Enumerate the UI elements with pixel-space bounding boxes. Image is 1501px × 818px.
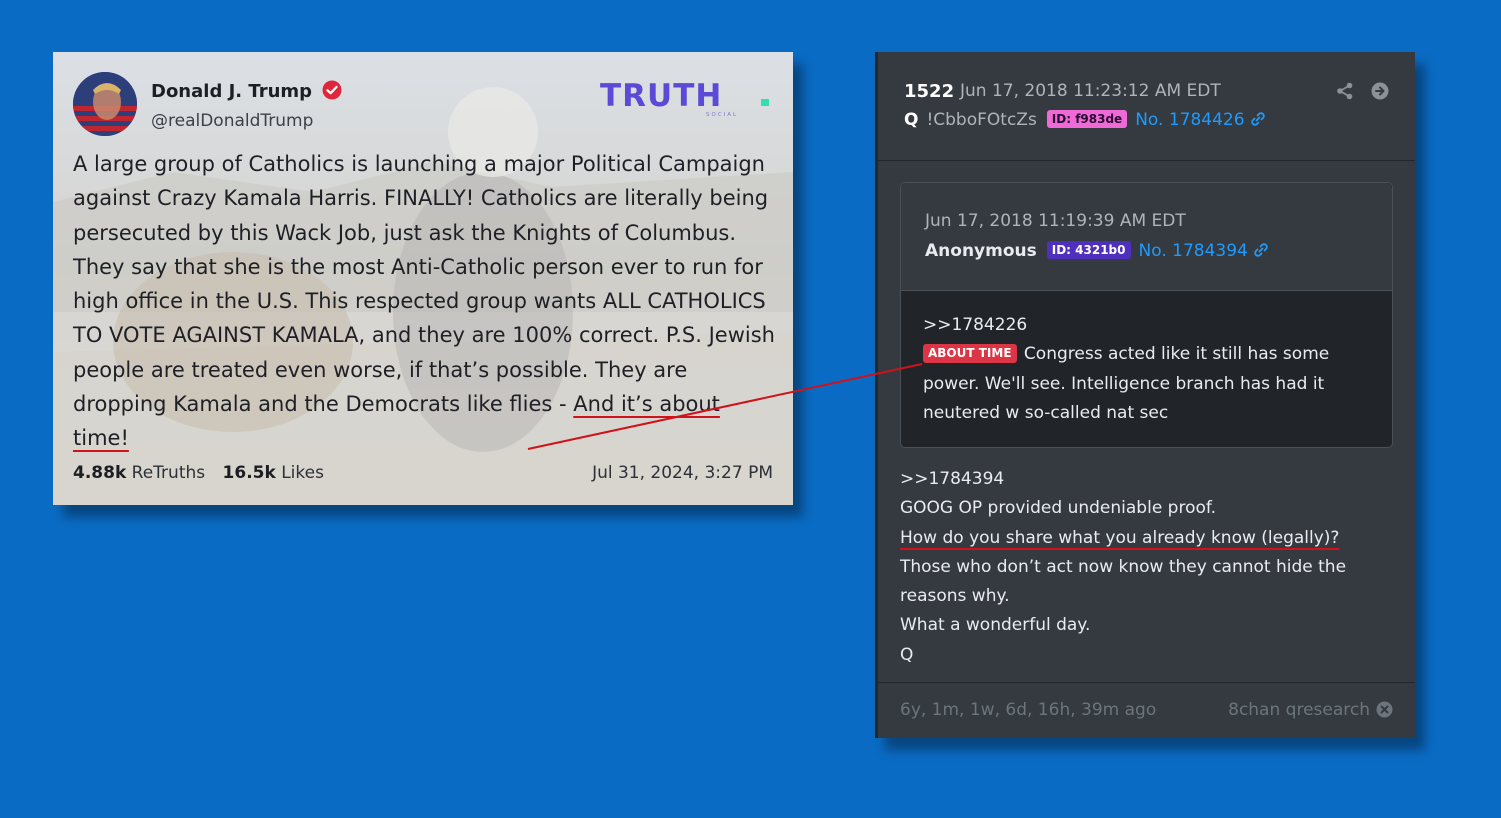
q-post-header: 1522 Jun 17, 2018 11:23:12 AM EDT Q !Cbbo… xyxy=(878,52,1415,161)
share-icon[interactable] xyxy=(1336,82,1354,100)
post-date[interactable]: Jul 31, 2024, 3:27 PM xyxy=(592,463,773,483)
quoted-post-link[interactable]: No. 1784394 xyxy=(1139,241,1270,261)
tripcode: !CbboFOtcZs xyxy=(926,110,1037,130)
quoted-author-line: Anonymous ID: 4321b0 No. 1784394 xyxy=(925,241,1269,261)
post-link[interactable]: No. 1784426 xyxy=(1135,110,1266,130)
post-author-line: Q !CbboFOtcZs ID: f983de No. 1784426 xyxy=(904,110,1266,130)
author-name[interactable]: Donald J. Trump xyxy=(151,80,342,102)
quoted-id-badge: ID: 4321b0 xyxy=(1046,241,1131,259)
post-link-text: No. 1784426 xyxy=(1135,110,1245,130)
likes-label: Likes xyxy=(281,463,324,483)
post-number: 1522 xyxy=(904,81,955,102)
verified-badge-icon xyxy=(322,80,342,100)
close-circle-icon[interactable] xyxy=(1376,701,1393,718)
reply-ref[interactable]: >>1784394 xyxy=(900,465,1390,494)
body-line: Those who don’t act now know they cannot… xyxy=(900,556,1347,607)
quoted-reply-ref[interactable]: >>1784226 xyxy=(923,311,1363,340)
quoted-post-link-text: No. 1784394 xyxy=(1138,241,1248,261)
link-icon xyxy=(1254,243,1268,257)
avatar[interactable] xyxy=(73,72,137,136)
quoted-timestamp: Jun 17, 2018 11:19:39 AM EDT xyxy=(925,211,1186,231)
retruths-label: ReTruths xyxy=(131,463,206,483)
quoted-post: Jun 17, 2018 11:19:39 AM EDT Anonymous ID… xyxy=(900,182,1393,448)
post-text-body: A large group of Catholics is launching … xyxy=(73,152,775,417)
post-source: 8chan qresearch xyxy=(1228,700,1393,720)
post-text: A large group of Catholics is launching … xyxy=(73,147,779,456)
quoted-post-header: Jun 17, 2018 11:19:39 AM EDT Anonymous ID… xyxy=(901,183,1392,291)
author-name: Q xyxy=(904,110,919,130)
logo-text: TRUTH xyxy=(600,79,722,114)
post-stats: 4.88k ReTruths 16.5k Likes xyxy=(73,463,324,483)
likes-stat[interactable]: 16.5k Likes xyxy=(223,463,324,483)
q-post: 1522 Jun 17, 2018 11:23:12 AM EDT Q !Cbbo… xyxy=(875,52,1415,738)
body-line: GOOG OP provided undeniable proof. xyxy=(900,498,1217,519)
highlighted-text: How do you share what you already know (… xyxy=(900,527,1340,548)
post-timestamp: Jun 17, 2018 11:23:12 AM EDT xyxy=(960,81,1221,101)
body-signature: Q xyxy=(900,644,914,665)
author-name-text: Donald J. Trump xyxy=(151,81,313,102)
quoted-post-body: >>1784226 ABOUT TIME Congress acted like… xyxy=(923,311,1363,428)
q-post-footer: 6y, 1m, 1w, 6d, 16h, 39m ago 8chan qrese… xyxy=(878,682,1415,738)
likes-count: 16.5k xyxy=(222,463,276,483)
retruths-stat[interactable]: 4.88k ReTruths xyxy=(73,463,205,483)
body-line-highlight: How do you share what you already know (… xyxy=(900,524,1390,553)
logo-dot xyxy=(761,99,769,106)
logo-subtext: SOCIAL xyxy=(706,112,738,118)
body-line: What a wonderful day. xyxy=(900,615,1091,636)
source-text: 8chan qresearch xyxy=(1228,700,1370,720)
retruths-count: 4.88k xyxy=(73,463,127,483)
q-post-body: >>1784394 GOOG OP provided undeniable pr… xyxy=(900,465,1390,670)
truth-social-post: Donald J. Trump @realDonaldTrump TRUTH S… xyxy=(53,52,793,505)
truth-social-logo: TRUTH SOCIAL xyxy=(600,79,769,118)
avatar-image xyxy=(73,72,137,136)
quoted-text-line: ABOUT TIME Congress acted like it still … xyxy=(923,340,1363,428)
arrow-circle-right-icon[interactable] xyxy=(1371,82,1389,100)
handle[interactable]: @realDonaldTrump xyxy=(151,111,313,131)
poster-id-badge: ID: f983de xyxy=(1046,110,1128,128)
about-time-tag: ABOUT TIME xyxy=(923,344,1017,364)
time-ago: 6y, 1m, 1w, 6d, 16h, 39m ago xyxy=(900,700,1157,720)
header-actions xyxy=(1336,82,1389,104)
link-icon xyxy=(1251,112,1265,126)
quoted-author: Anonymous xyxy=(925,241,1037,261)
